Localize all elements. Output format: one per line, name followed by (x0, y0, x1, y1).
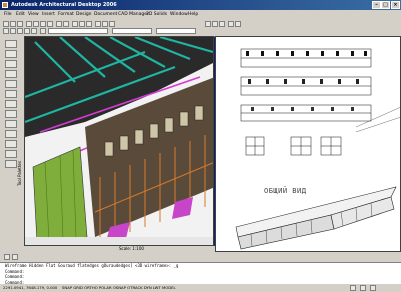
command-line[interactable]: Wireframe Hidden Flat Gouraud flatedges … (0, 262, 401, 286)
layout-tab-icon[interactable] (12, 254, 18, 260)
model-tab-icon[interactable] (4, 254, 10, 260)
line-tool-icon[interactable] (5, 40, 17, 48)
linetype-dropdown[interactable] (156, 28, 196, 34)
circle-tool-icon[interactable] (5, 60, 17, 68)
cut-icon[interactable] (33, 21, 39, 27)
hatch-tool-icon[interactable] (5, 90, 17, 98)
title-bar: Autodesk Architectural Desktop 2006 – □ … (0, 0, 401, 10)
menu-document[interactable]: Document (94, 10, 117, 19)
properties-icon[interactable] (95, 21, 101, 27)
redo-icon[interactable] (63, 21, 69, 27)
stair-tool-icon[interactable] (24, 28, 30, 34)
menu-window[interactable]: Window (170, 10, 188, 19)
sheet-drawings (235, 48, 400, 250)
lock-icon[interactable] (360, 285, 366, 291)
undo-icon[interactable] (56, 21, 62, 27)
layout-icon[interactable] (205, 21, 211, 27)
left-tool-strip: Tool Palettes (0, 36, 25, 252)
rectangle-tool-icon[interactable] (5, 80, 17, 88)
door-tool-icon[interactable] (10, 28, 16, 34)
design-center-icon[interactable] (102, 21, 108, 27)
copy-icon[interactable] (40, 21, 46, 27)
coordinate-readout: 2291.0941, 7648.179, 0.000 (3, 285, 58, 290)
window-title: Autodesk Architectural Desktop 2006 (11, 2, 117, 8)
layout-viewport[interactable]: ОБЩИЙ ВИД (215, 36, 401, 252)
move-tool-icon[interactable] (5, 110, 17, 118)
new-icon[interactable] (3, 21, 9, 27)
maximize-icon[interactable]: □ (381, 1, 390, 9)
text-tool-icon[interactable] (5, 100, 17, 108)
roof-tool-icon[interactable] (31, 28, 37, 34)
copy-tool-icon[interactable] (5, 120, 17, 128)
polyline-tool-icon[interactable] (5, 50, 17, 58)
app-icon[interactable] (2, 2, 8, 8)
arc-tool-icon[interactable] (5, 70, 17, 78)
layer-dropdown[interactable] (48, 28, 108, 34)
save-icon[interactable] (17, 21, 23, 27)
menu-format[interactable]: Format (58, 10, 74, 19)
model-viewport[interactable] (24, 36, 214, 246)
shade-icon[interactable] (228, 21, 234, 27)
zoom-icon[interactable] (79, 21, 85, 27)
trim-tool-icon[interactable] (5, 140, 17, 148)
tool-palettes-icon[interactable] (109, 21, 115, 27)
drafting-mode-toggles[interactable]: SNAP GRID ORTHO POLAR OSNAP OTRACK DYN L… (62, 284, 176, 292)
layer-icon[interactable] (40, 28, 46, 34)
menu-edit[interactable]: Edit (16, 10, 25, 19)
print-icon[interactable] (26, 21, 32, 27)
erase-tool-icon[interactable] (5, 160, 17, 168)
menu-bar: File Edit View Insert Format Design Docu… (0, 10, 401, 19)
rotate-tool-icon[interactable] (5, 130, 17, 138)
command-toolbar (0, 252, 401, 262)
viewport-icon[interactable] (212, 21, 218, 27)
toolbar-area (0, 19, 401, 37)
menu-help[interactable]: Help (188, 10, 198, 19)
clean-screen-icon[interactable] (370, 285, 376, 291)
color-dropdown[interactable] (112, 28, 152, 34)
menu-file[interactable]: File (4, 10, 12, 19)
layout-caption: ОБЩИЙ ВИД (264, 187, 307, 195)
menu-view[interactable]: View (28, 10, 39, 19)
pan-icon[interactable] (72, 21, 78, 27)
command-history-line: Wireframe Hidden Flat Gouraud flatedges … (5, 263, 179, 268)
extend-tool-icon[interactable] (5, 150, 17, 158)
close-icon[interactable]: × (391, 1, 400, 9)
menu-cad-manager[interactable]: CAD Manager (118, 10, 149, 19)
tray-settings-icon[interactable] (350, 285, 356, 291)
menu-insert[interactable]: Insert (42, 10, 55, 19)
hide-icon[interactable] (235, 21, 241, 27)
wall-tool-icon[interactable] (3, 28, 9, 34)
tool-palette-label: Tool Palettes (17, 161, 22, 186)
render-icon[interactable] (219, 21, 225, 27)
status-bar: 2291.0941, 7648.179, 0.000 SNAP GRID ORT… (0, 284, 401, 292)
window-tool-icon[interactable] (17, 28, 23, 34)
building-3d-model (25, 37, 213, 245)
open-icon[interactable] (10, 21, 16, 27)
minimize-icon[interactable]: – (372, 1, 381, 9)
paste-icon[interactable] (47, 21, 53, 27)
menu-design[interactable]: Design (76, 10, 92, 19)
orbit-icon[interactable] (86, 21, 92, 27)
menu-3d-solids[interactable]: 3D Solids (146, 10, 167, 19)
